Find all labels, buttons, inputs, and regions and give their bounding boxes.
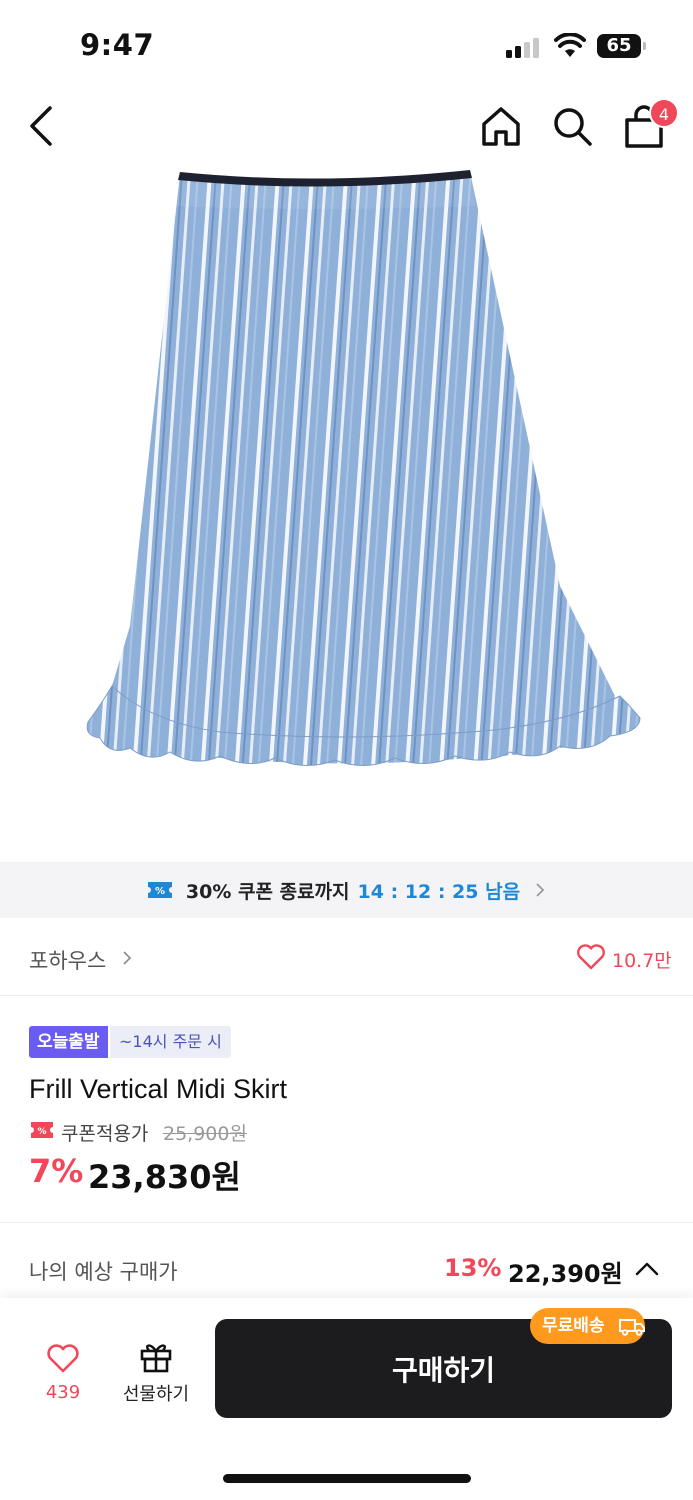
product-image[interactable] — [0, 166, 693, 860]
gift-label[interactable]: 선물하기 — [112, 1380, 200, 1406]
cart-count-badge: 4 — [649, 98, 679, 128]
coupon-ticket-icon: % — [147, 882, 172, 898]
truck-icon — [619, 1319, 645, 1336]
original-price: 25,900원 — [163, 1123, 247, 1145]
skirt-image — [86, 170, 641, 766]
battery-level: 65 — [597, 34, 641, 58]
coupon-timer-bar[interactable]: % 30% 쿠폰 종료까지 14 : 12 : 25 남음 — [0, 862, 693, 918]
chevron-right-icon — [536, 883, 545, 897]
expected-price: 22,390원 — [508, 1260, 623, 1288]
svg-text:%: % — [37, 1127, 46, 1137]
home-indicator — [223, 1474, 471, 1483]
discount-rate: 7% — [29, 1152, 84, 1190]
today-ship-badge: 오늘출발 — [29, 1026, 108, 1058]
chevron-up-icon[interactable] — [635, 1262, 659, 1276]
home-icon[interactable] — [479, 104, 523, 148]
back-icon[interactable] — [22, 104, 62, 148]
expected-price-label: 나의 예상 구매가 — [29, 1260, 178, 1284]
expected-discount-rate: 13% — [444, 1254, 502, 1282]
search-icon[interactable] — [550, 104, 594, 148]
chevron-right-icon — [123, 951, 132, 965]
gift-icon[interactable] — [138, 1338, 174, 1374]
product-name: Frill Vertical Midi Skirt — [29, 1074, 288, 1104]
svg-text:%: % — [155, 886, 165, 897]
battery-icon: 65 — [597, 34, 647, 58]
coupon-price-label: 쿠폰적용가 — [61, 1123, 149, 1145]
top-nav-bar — [0, 90, 693, 166]
expected-price-row[interactable]: 나의 예상 구매가 13% 22,390원 — [0, 1222, 693, 1298]
brand-like-heart-icon[interactable] — [576, 944, 606, 970]
coupon-timer-text: 30% 쿠폰 종료까지 — [185, 880, 350, 903]
status-bar: 9:47 65 — [0, 0, 693, 90]
coupon-icon: % — [31, 1122, 53, 1138]
order-cutoff-badge: ~14시 주문 시 — [110, 1026, 231, 1058]
bottom-action-bar: 439 선물하기 구매하기 무료배송 — [0, 1298, 693, 1500]
sale-price: 23,830원 — [88, 1158, 241, 1196]
wishlist-heart-icon[interactable] — [46, 1344, 80, 1374]
coupon-countdown: 14 : 12 : 25 남음 — [357, 880, 521, 903]
wifi-icon — [554, 33, 586, 57]
brand-like-count: 10.7만 — [612, 950, 672, 972]
wishlist-count: 439 — [45, 1382, 81, 1403]
signal-icon — [506, 36, 542, 58]
status-time: 9:47 — [80, 28, 155, 62]
brand-name-link[interactable]: 포하우스 — [29, 945, 106, 975]
